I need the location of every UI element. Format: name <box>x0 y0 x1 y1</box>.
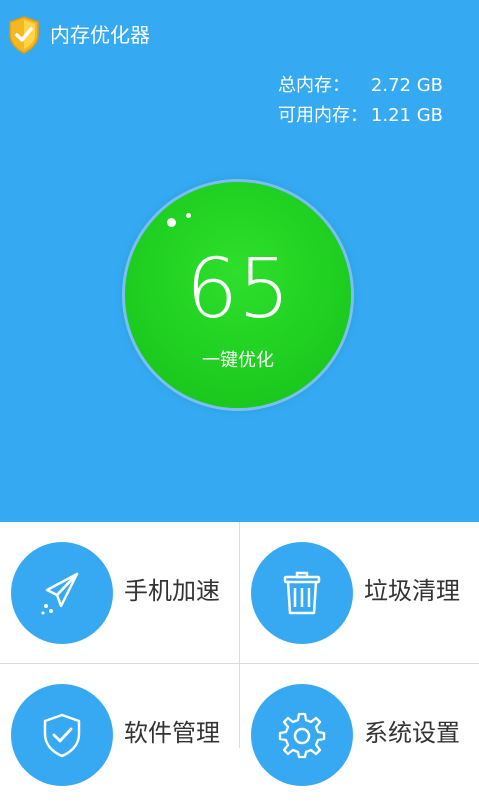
gear-icon <box>278 712 326 759</box>
memory-labels: 总内存： 可用内存： <box>278 71 368 131</box>
app-manager-tile[interactable]: 软件管理 <box>0 664 239 805</box>
optimize-button-label: 一键优化 <box>202 350 274 371</box>
paper-plane-icon <box>41 572 79 615</box>
junk-clean-circle <box>251 542 353 644</box>
orb-highlight-small <box>186 213 191 218</box>
available-memory-label: 可用内存： <box>278 105 368 126</box>
trash-can-icon <box>283 571 321 615</box>
total-memory-value: 2.72 GB <box>370 75 443 96</box>
memory-values: 2.72 GB 1.21 GB <box>371 71 443 131</box>
app-manager-label: 软件管理 <box>124 719 220 747</box>
orb-highlight <box>167 218 176 227</box>
available-memory-value: 1.21 GB <box>370 105 443 126</box>
feature-grid: 手机加速 垃圾清理 软件管理 系统设置 <box>0 522 479 786</box>
app-manager-circle <box>11 684 113 786</box>
system-settings-circle <box>251 684 353 786</box>
phone-boost-circle <box>11 542 113 644</box>
optimize-button[interactable]: 65 一键优化 <box>125 182 351 408</box>
junk-clean-tile[interactable]: 垃圾清理 <box>240 522 479 663</box>
system-settings-tile[interactable]: 系统设置 <box>240 664 479 805</box>
memory-score: 65 <box>185 242 291 337</box>
phone-boost-tile[interactable]: 手机加速 <box>0 522 239 663</box>
system-settings-label: 系统设置 <box>364 719 460 747</box>
phone-boost-label: 手机加速 <box>124 577 220 605</box>
app-title: 内存优化器 <box>50 23 150 47</box>
total-memory-label: 总内存： <box>278 75 350 96</box>
app-logo-shield-icon <box>9 16 39 54</box>
junk-clean-label: 垃圾清理 <box>364 577 460 605</box>
shield-check-icon <box>43 713 81 758</box>
header-panel: 内存优化器 总内存： 可用内存： 2.72 GB 1.21 GB 65 一键优化 <box>0 0 479 522</box>
